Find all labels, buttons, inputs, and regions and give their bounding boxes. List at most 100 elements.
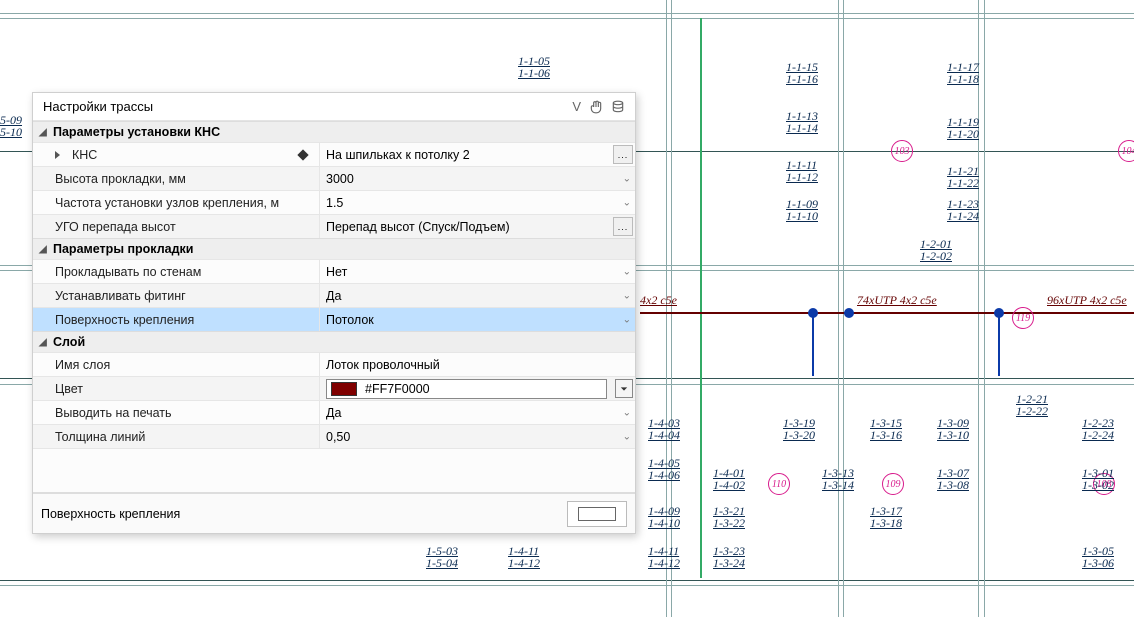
cable-label: 74xUTP 4x2 c5e [857, 293, 937, 308]
wire-label: 1-4-04 [648, 428, 680, 443]
wire-label: 1-1-14 [786, 121, 818, 136]
footer-selected-name: Поверхность крепления [41, 507, 180, 521]
prop-row-fitting[interactable]: Устанавливать фитинг Да ⌄ [33, 283, 635, 307]
hand-icon[interactable] [589, 100, 603, 114]
prop-value: #FF7F0000 [365, 382, 430, 396]
wire-label: 1-4-12 [648, 556, 680, 571]
chevron-down-icon[interactable]: ⌄ [623, 431, 631, 442]
prop-value: Нет [326, 265, 347, 279]
prop-label: Цвет [55, 382, 83, 396]
wire-label: 1-4-12 [508, 556, 540, 571]
prop-label: Высота прокладки, мм [55, 172, 186, 186]
color-swatch [331, 382, 357, 396]
prop-value: 3000 [326, 172, 354, 186]
chevron-down-icon[interactable]: ⌄ [623, 290, 631, 301]
group-header-layer[interactable]: ◢ Слой [33, 331, 635, 352]
prop-label: Устанавливать фитинг [55, 289, 186, 303]
group-title: Параметры установки КНС [53, 125, 220, 139]
prop-value: Да [326, 289, 341, 303]
dropdown-button[interactable] [615, 379, 633, 398]
collapse-icon: ◢ [39, 244, 53, 255]
prop-row-surface[interactable]: Поверхность крепления Потолок ⌄ [33, 307, 635, 331]
group-header-kns[interactable]: ◢ Параметры установки КНС [33, 121, 635, 142]
preview-thumbnail [567, 501, 627, 527]
room-marker: 110 [768, 473, 790, 495]
prop-row-kns[interactable]: КНС На шпильках к потолку 2... [33, 142, 635, 166]
prop-row-height[interactable]: Высота прокладки, мм 3000 ⌄ [33, 166, 635, 190]
wire-label: 1-3-20 [783, 428, 815, 443]
prop-label: Частота установки узлов крепления, м [55, 196, 279, 210]
prop-row-color[interactable]: Цвет #FF7F0000 [33, 376, 635, 400]
prop-label: УГО перепада высот [55, 220, 176, 234]
wire-label: 1-4-06 [648, 468, 680, 483]
prop-value: 0,50 [326, 430, 350, 444]
wire-label: 1-2-02 [920, 249, 952, 264]
prop-row-ugo[interactable]: УГО перепада высот Перепад высот (Спуск/… [33, 214, 635, 238]
wire-label: 5-10 [0, 125, 22, 140]
cable-label: 96xUTP 4x2 c5e [1047, 293, 1127, 308]
prop-value: Перепад высот (Спуск/Подъем) [326, 220, 510, 234]
chevron-down-icon[interactable]: ⌄ [623, 173, 631, 184]
prop-row-thickness[interactable]: Толщина линий 0,50 ⌄ [33, 424, 635, 448]
prop-label: Прокладывать по стенам [55, 265, 201, 279]
wire-label: 1-3-10 [937, 428, 969, 443]
chevron-down-icon[interactable]: ⌄ [623, 314, 631, 325]
wire-label: 1-3-02 [1082, 478, 1114, 493]
wire-label: 1-3-14 [822, 478, 854, 493]
wire-label: 1-2-22 [1016, 404, 1048, 419]
room-marker: 109 [882, 473, 904, 495]
wire-label: 1-1-20 [947, 127, 979, 142]
wire-label: 1-1-24 [947, 209, 979, 224]
prop-label: КНС [72, 148, 97, 162]
collapse-icon: ◢ [39, 127, 53, 138]
wire-label: 1-5-04 [426, 556, 458, 571]
dialog-titlebar[interactable]: Настройки трассы V [33, 93, 635, 121]
wire-label: 1-1-16 [786, 72, 818, 87]
room-marker: 104 [1118, 140, 1134, 162]
ellipsis-button[interactable]: ... [613, 145, 633, 164]
wire-label: 1-1-18 [947, 72, 979, 87]
wire-label: 1-3-08 [937, 478, 969, 493]
route-settings-dialog: Настройки трассы V ◢ Параметры установки… [32, 92, 636, 534]
cable-label: 4x2 c5e [640, 293, 677, 308]
prop-label: Имя слоя [55, 358, 110, 372]
group-title: Слой [53, 335, 85, 349]
wire-label: 1-4-10 [648, 516, 680, 531]
wire-label: 1-1-12 [786, 170, 818, 185]
collapse-icon: ◢ [39, 337, 53, 348]
titlebar-v-button[interactable]: V [572, 99, 581, 114]
room-marker: 119 [1012, 307, 1034, 329]
room-marker: 103 [891, 140, 913, 162]
wire-label: 1-2-24 [1082, 428, 1114, 443]
wire-label: 1-3-06 [1082, 556, 1114, 571]
prop-label: Выводить на печать [55, 406, 172, 420]
prop-label: Толщина линий [55, 430, 145, 444]
color-field[interactable]: #FF7F0000 [326, 379, 607, 399]
wire-label: 1-1-06 [518, 66, 550, 81]
dialog-title: Настройки трассы [43, 99, 153, 114]
prop-value: Лоток проволочный [326, 358, 440, 372]
group-title: Параметры прокладки [53, 242, 193, 256]
group-header-laying[interactable]: ◢ Параметры прокладки [33, 238, 635, 259]
ellipsis-button[interactable]: ... [613, 217, 633, 236]
prop-row-freq[interactable]: Частота установки узлов крепления, м 1.5… [33, 190, 635, 214]
prop-value: Да [326, 406, 341, 420]
prop-row-wall[interactable]: Прокладывать по стенам Нет ⌄ [33, 259, 635, 283]
prop-value: 1.5 [326, 196, 343, 210]
wire-label: 1-3-22 [713, 516, 745, 531]
database-icon[interactable] [611, 100, 625, 114]
wire-label: 1-3-16 [870, 428, 902, 443]
property-grid: ◢ Параметры установки КНС КНС На шпилька… [33, 121, 635, 493]
wire-label: 1-3-24 [713, 556, 745, 571]
prop-value: На шпильках к потолку 2 [326, 148, 470, 162]
wire-label: 1-4-02 [713, 478, 745, 493]
wire-label: 1-1-10 [786, 209, 818, 224]
prop-value: Потолок [326, 313, 374, 327]
chevron-down-icon[interactable]: ⌄ [623, 266, 631, 277]
prop-row-print[interactable]: Выводить на печать Да ⌄ [33, 400, 635, 424]
chevron-down-icon[interactable]: ⌄ [623, 197, 631, 208]
prop-row-layer-name[interactable]: Имя слоя Лоток проволочный [33, 352, 635, 376]
wire-label: 1-3-18 [870, 516, 902, 531]
chevron-down-icon[interactable]: ⌄ [623, 407, 631, 418]
prop-label: Поверхность крепления [55, 313, 194, 327]
